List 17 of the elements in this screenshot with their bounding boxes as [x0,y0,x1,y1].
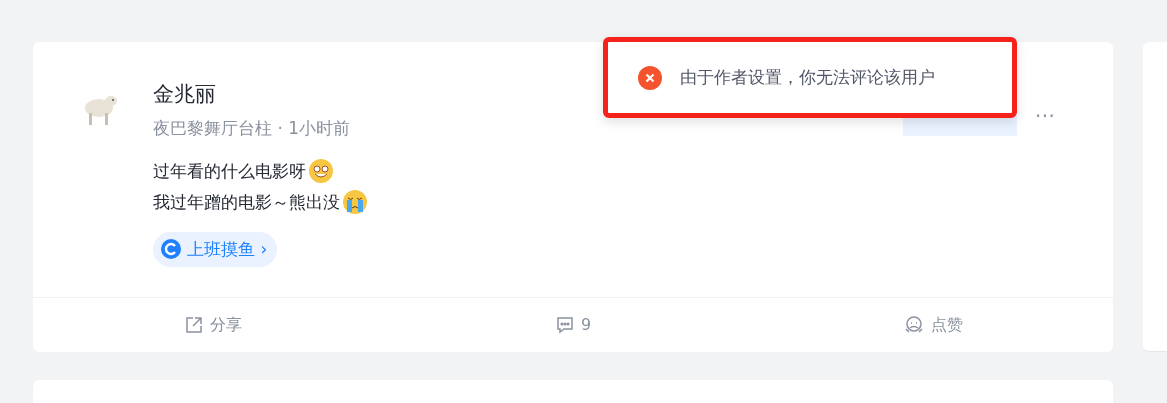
share-icon [184,315,204,335]
post-text-line: 过年看的什么电影呀 [153,159,306,183]
author-meta: 夜巴黎舞厅台柱 · 1小时前 [153,117,352,140]
comment-icon [554,315,575,335]
comment-button[interactable]: 9 [554,313,592,337]
like-button[interactable]: 点赞 [903,313,963,337]
error-icon [638,65,662,90]
topic-tag[interactable]: 上班摸鱼 › [153,231,278,267]
post-text-line: 我过年蹭的电影～熊出没 [153,190,340,214]
topic-icon [161,239,181,260]
more-icon[interactable]: ⋯ [1035,100,1056,130]
share-button[interactable]: 分享 [184,313,242,337]
toast-message: 由于作者设置，你无法评论该用户 [680,65,935,89]
author-name[interactable]: 金兆丽 [153,80,368,108]
like-icon [903,315,925,335]
grin-emoji-icon [308,158,334,184]
crying-emoji-icon [342,189,368,215]
